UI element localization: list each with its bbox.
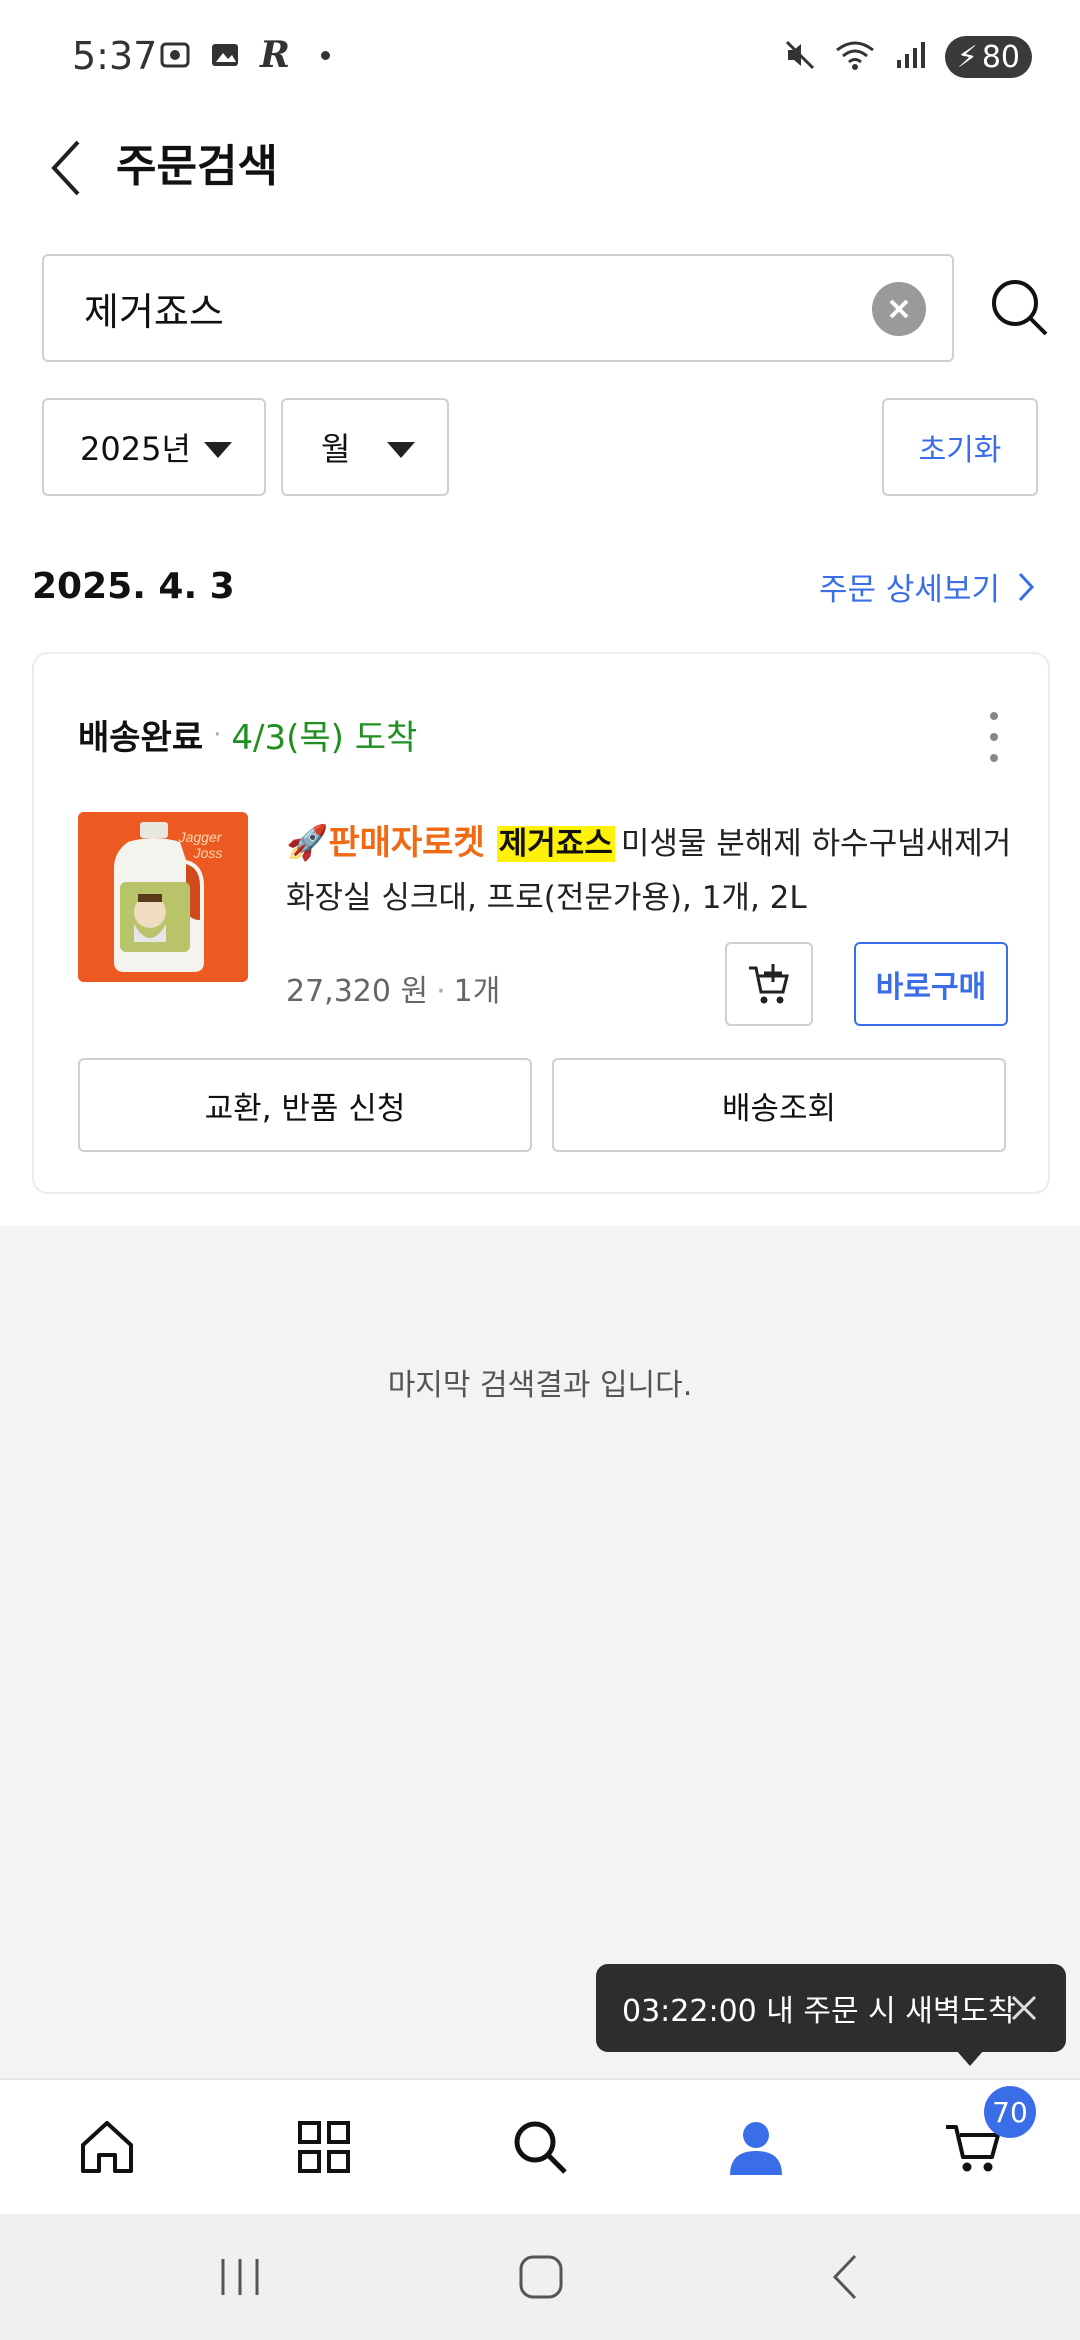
back-arrow-icon: [832, 2254, 857, 2300]
product-price: 27,320 원: [286, 974, 429, 1009]
separator-dot: ·: [436, 974, 446, 1009]
status-bar: 5:37 R ⚡ 80: [0, 0, 1080, 120]
exchange-return-button[interactable]: 교환, 반품 신청: [78, 1058, 532, 1152]
close-icon: [1011, 1995, 1037, 2021]
nav-home[interactable]: [62, 2102, 152, 2192]
battery-level: 80: [981, 39, 1020, 75]
search-icon: [514, 2121, 567, 2174]
home-square-icon: [519, 2255, 563, 2299]
home-button[interactable]: [506, 2244, 576, 2310]
product-title[interactable]: 🚀판매자로켓 제거죠스 미생물 분해제 하수구냄새제거 화장실 싱크대, 프로(전문…: [286, 816, 1026, 925]
clear-search-button[interactable]: [872, 282, 926, 336]
more-options-button[interactable]: [984, 712, 1004, 762]
mute-icon: [783, 38, 817, 76]
toast-close-button[interactable]: [1006, 1990, 1042, 2026]
order-card: 배송완료 · 4/3(목) 도착 Jagger Joss 🚀판매자로켓 제거죠스 미…: [32, 652, 1050, 1194]
cart-count-badge: 70: [984, 2086, 1036, 2138]
wifi-icon: [835, 38, 875, 76]
cart-plus-icon: [749, 964, 789, 1004]
page-title: 주문검색: [116, 141, 278, 192]
seller-rocket-badge: 🚀판매자로켓: [286, 823, 485, 863]
search-box: [42, 254, 954, 362]
add-to-cart-button[interactable]: [725, 942, 813, 1026]
status-time: 5:37: [72, 34, 158, 78]
home-icon: [81, 2121, 133, 2173]
status-notification-icons: R: [158, 34, 342, 76]
price-line: 27,320 원 · 1개: [286, 960, 500, 1024]
year-select-value: 2025년: [80, 430, 191, 468]
system-back-button[interactable]: [810, 2244, 880, 2310]
app-header: 주문검색: [0, 120, 1080, 270]
dot-icon: [308, 38, 342, 72]
gallery-icon: [208, 38, 242, 72]
delivery-status: 배송완료 · 4/3(목) 도착: [78, 710, 417, 759]
caret-down-icon: [204, 442, 232, 458]
search-button[interactable]: [984, 272, 1056, 344]
separator-dot: ·: [213, 719, 222, 750]
track-delivery-button[interactable]: 배송조회: [552, 1058, 1006, 1152]
search-input[interactable]: [84, 256, 864, 360]
bottom-navigation: 70: [0, 2078, 1080, 2214]
delivery-status-label: 배송완료: [78, 718, 204, 758]
status-system-icons: ⚡ 80: [783, 36, 1032, 78]
chevron-right-icon: [1018, 572, 1035, 601]
charging-icon: ⚡: [956, 39, 978, 75]
order-date: 2025. 4. 3: [32, 566, 235, 607]
chevron-left-icon: [51, 140, 80, 196]
caret-down-icon: [387, 442, 415, 458]
end-of-results-message: 마지막 검색결과 입니다.: [387, 1368, 693, 1403]
month-select[interactable]: 월: [281, 398, 449, 496]
signal-icon: [893, 38, 927, 76]
buy-now-button[interactable]: 바로구매: [854, 942, 1008, 1026]
svg-text:Joss: Joss: [193, 845, 223, 861]
product-bottle-image: Jagger Joss: [78, 812, 248, 982]
results-end-area: 마지막 검색결과 입니다.: [0, 1226, 1080, 2078]
year-select[interactable]: 2025년: [42, 398, 266, 496]
nav-my-page[interactable]: [711, 2102, 801, 2192]
more-vertical-dot: [990, 733, 998, 741]
search-highlight: 제거죠스: [496, 826, 615, 862]
nav-search[interactable]: [495, 2102, 585, 2192]
screenshot-icon: [158, 38, 192, 72]
back-button[interactable]: [36, 128, 96, 208]
product-quantity: 1개: [453, 974, 501, 1009]
grid-icon: [298, 2121, 350, 2173]
reset-button[interactable]: 초기화: [882, 398, 1038, 496]
order-detail-link[interactable]: 주문 상세보기: [819, 564, 1036, 609]
close-icon: [889, 299, 909, 319]
user-icon: [730, 2122, 782, 2175]
product-thumbnail[interactable]: Jagger Joss: [78, 812, 248, 982]
toast-text: 03:22:00 내 주문 시 새벽도착: [622, 1994, 1016, 2029]
nav-cart[interactable]: 70: [928, 2086, 1036, 2192]
recent-apps-button[interactable]: [205, 2244, 275, 2310]
app-r-icon: R: [260, 34, 290, 76]
svg-text:Jagger: Jagger: [178, 829, 223, 845]
toast-pointer: [956, 2050, 984, 2066]
month-select-value: 월: [321, 430, 351, 468]
search-icon: [992, 280, 1048, 336]
battery-indicator: ⚡ 80: [944, 36, 1032, 78]
more-vertical-icon: [990, 712, 998, 720]
system-navigation-bar: [0, 2214, 1080, 2340]
recent-apps-icon: [221, 2259, 259, 2295]
order-detail-label: 주문 상세보기: [819, 572, 1000, 608]
more-vertical-dot: [990, 754, 998, 762]
arrival-date: 4/3(목) 도착: [231, 718, 418, 758]
dawn-delivery-toast[interactable]: 03:22:00 내 주문 시 새벽도착: [596, 1964, 1066, 2052]
nav-categories[interactable]: [279, 2102, 369, 2192]
